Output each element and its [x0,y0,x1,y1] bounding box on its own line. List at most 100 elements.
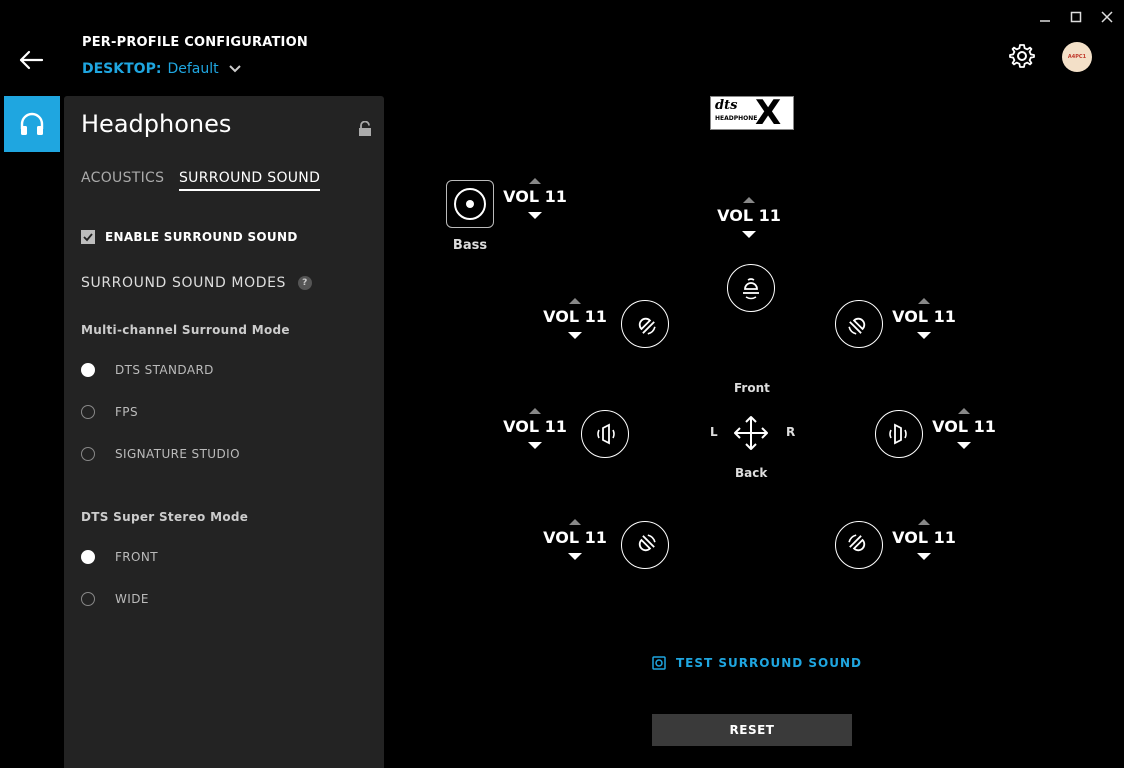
test-surround-label: TEST SURROUND SOUND [676,656,862,670]
back-arrow-icon[interactable] [18,48,44,72]
radio-label: FPS [115,405,138,419]
direction-left-label: L [710,425,718,439]
volume-control-front-right: VOL 11 [892,298,956,339]
side-right-speaker-button[interactable] [875,410,923,458]
volume-down-arrow[interactable] [742,231,756,238]
volume-down-arrow[interactable] [957,442,971,449]
checkmark-icon [83,233,93,242]
volume-value: VOL 11 [503,417,567,436]
rear-right-speaker-button[interactable] [835,521,883,569]
volume-down-arrow[interactable] [568,553,582,560]
test-surround-sound-button[interactable]: TEST SURROUND SOUND [652,656,862,670]
volume-value: VOL 11 [543,528,607,547]
side-right-speaker-icon [889,423,907,445]
tab-surround-sound[interactable]: SURROUND SOUND [179,170,321,191]
volume-control-front-left: VOL 11 [543,298,607,339]
radio-fps[interactable]: FPS [81,405,138,419]
subwoofer-icon [454,188,486,220]
radio-label: FRONT [115,550,158,564]
volume-down-arrow[interactable] [568,332,582,339]
radio-front[interactable]: FRONT [81,550,158,564]
surround-modes-heading: SURROUND SOUND MODES ? [81,275,313,291]
volume-down-arrow[interactable] [528,212,542,219]
rear-left-speaker-button[interactable] [621,521,669,569]
headphones-icon [20,112,44,135]
side-left-speaker-icon [597,423,615,445]
dts-headphone-x-logo: dts HEADPHONE X [710,93,794,133]
lock-icon[interactable] [358,121,372,137]
multichannel-title: Multi-channel Surround Mode [81,323,290,337]
device-tab-headphones[interactable] [4,96,60,152]
center-speaker-icon [743,278,759,300]
radio-signature-studio[interactable]: SIGNATURE STUDIO [81,447,240,461]
volume-down-arrow[interactable] [528,442,542,449]
volume-down-arrow[interactable] [917,553,931,560]
direction-back-label: Back [735,466,768,480]
maximize-icon [1070,11,1082,23]
page-title: PER-PROFILE CONFIGURATION [82,35,308,50]
radio-button[interactable] [81,592,95,606]
reset-button[interactable]: RESET [652,714,852,746]
rear-right-speaker-icon [848,534,866,552]
volume-control-center: VOL 11 [717,197,781,238]
close-button[interactable] [1096,6,1118,28]
gear-icon[interactable] [1008,42,1036,70]
profile-selector[interactable]: DESKTOP: Default [82,61,241,77]
panel-title: Headphones [81,110,232,138]
maximize-button[interactable] [1065,6,1087,28]
enable-surround-label: ENABLE SURROUND SOUND [105,230,298,244]
enable-surround-checkbox[interactable]: ENABLE SURROUND SOUND [81,230,298,244]
volume-up-arrow[interactable] [918,298,930,304]
front-left-speaker-icon [638,317,656,335]
bass-speaker-button[interactable] [446,180,494,228]
volume-down-arrow[interactable] [917,332,931,339]
profile-value: Default [167,61,219,77]
volume-up-arrow[interactable] [918,519,930,525]
volume-up-arrow[interactable] [569,298,581,304]
volume-control-rear-right: VOL 11 [892,519,956,560]
volume-value: VOL 11 [932,417,996,436]
volume-up-arrow[interactable] [743,197,755,203]
volume-up-arrow[interactable] [958,408,970,414]
volume-control-side-left: VOL 11 [503,408,567,449]
tab-acoustics[interactable]: ACOUSTICS [81,170,164,189]
minimize-icon [1040,20,1050,22]
profile-label: DESKTOP: [82,61,162,77]
front-right-speaker-button[interactable] [835,300,883,348]
minimize-button[interactable] [1034,6,1056,28]
radio-button[interactable] [81,363,95,377]
avatar[interactable]: A4PC1 [1062,42,1092,72]
volume-control-bass: VOL 11 [503,178,567,219]
help-icon[interactable]: ? [298,276,313,290]
move-arrows-icon[interactable] [732,414,770,452]
volume-value: VOL 11 [892,528,956,547]
side-left-speaker-button[interactable] [581,410,629,458]
front-right-speaker-icon [848,317,866,335]
volume-value: VOL 11 [543,307,607,326]
radio-label: SIGNATURE STUDIO [115,447,240,461]
radio-button[interactable] [81,405,95,419]
direction-right-label: R [786,425,796,439]
volume-value: VOL 11 [503,187,567,206]
chevron-down-icon [228,65,241,73]
logo-dts-text: dts [715,98,738,113]
rear-left-speaker-icon [638,534,656,552]
center-speaker-button[interactable] [727,264,775,312]
front-left-speaker-button[interactable] [621,300,669,348]
checkbox[interactable] [81,230,95,244]
volume-up-arrow[interactable] [569,519,581,525]
radio-dts-standard[interactable]: DTS STANDARD [81,363,214,377]
volume-value: VOL 11 [892,307,956,326]
volume-up-arrow[interactable] [529,408,541,414]
radio-button[interactable] [81,550,95,564]
direction-front-label: Front [734,381,770,395]
bass-label: Bass [452,238,488,253]
volume-up-arrow[interactable] [529,178,541,184]
radio-button[interactable] [81,447,95,461]
logo-x-text: X [755,93,782,133]
radio-wide[interactable]: WIDE [81,592,149,606]
surround-modes-title: SURROUND SOUND MODES [81,275,287,291]
radio-label: WIDE [115,592,149,606]
volume-control-rear-left: VOL 11 [543,519,607,560]
stereo-title: DTS Super Stereo Mode [81,510,249,524]
